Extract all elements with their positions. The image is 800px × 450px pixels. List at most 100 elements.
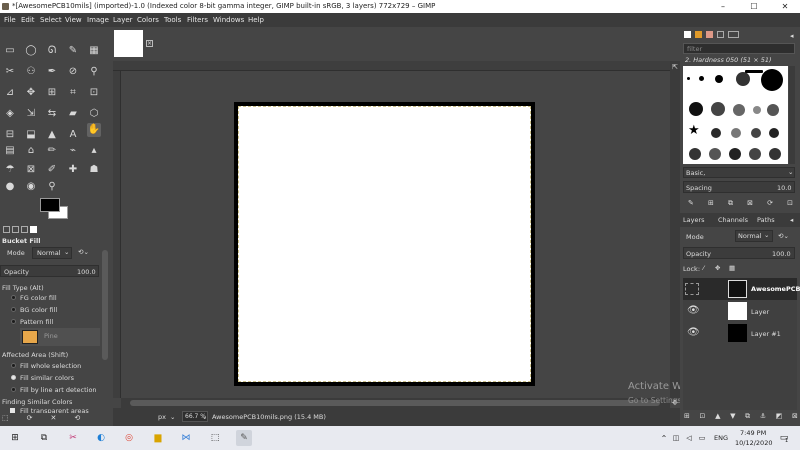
layer-row-layer[interactable]: 👁 Layer bbox=[683, 300, 797, 322]
clock-date[interactable]: 10/12/2020 bbox=[735, 439, 772, 447]
duplicate-brush-icon[interactable]: ⧉ bbox=[728, 199, 733, 208]
fill-transparent-checkbox[interactable] bbox=[10, 408, 15, 413]
chrome-icon[interactable]: ◎ bbox=[121, 430, 137, 446]
brush-grid[interactable]: ★ bbox=[683, 66, 788, 164]
delete-options-icon[interactable]: ✕ bbox=[51, 414, 57, 424]
tab-channels[interactable]: Channels bbox=[718, 216, 748, 224]
tab-brushes-icon[interactable] bbox=[684, 31, 691, 38]
menu-select[interactable]: Select bbox=[40, 13, 62, 27]
ink-icon[interactable]: ⌁ bbox=[66, 144, 80, 158]
dock-menu-icon[interactable]: ◂ bbox=[790, 32, 794, 40]
brush-spacing-slider[interactable]: Spacing 10.0 bbox=[683, 181, 795, 193]
brush-item[interactable]: ★ bbox=[688, 124, 700, 137]
free-select-icon[interactable]: ᘏ bbox=[45, 44, 59, 58]
warp-transform-icon[interactable]: ◈ bbox=[3, 107, 17, 121]
smudge-icon[interactable]: ✐ bbox=[45, 163, 59, 177]
delete-layer-icon[interactable]: ⊠ bbox=[792, 412, 798, 422]
windows-start-icon[interactable]: ⊞ bbox=[7, 430, 23, 446]
ellipse-select-icon[interactable]: ◯ bbox=[24, 44, 38, 58]
similar-colors-radio[interactable] bbox=[11, 375, 16, 380]
vertical-scrollbar[interactable] bbox=[670, 61, 680, 398]
brush-item[interactable] bbox=[709, 148, 721, 160]
menu-edit[interactable]: Edit bbox=[21, 13, 35, 27]
minimize-button[interactable]: – bbox=[712, 0, 734, 13]
brush-item[interactable] bbox=[753, 106, 761, 114]
cage-transform-icon[interactable]: ⬡ bbox=[87, 107, 101, 121]
image-tab-thumbnail[interactable] bbox=[114, 30, 143, 57]
gimp-taskbar-icon[interactable]: ✎ bbox=[236, 430, 252, 446]
brush-item[interactable] bbox=[736, 72, 750, 86]
brush-item[interactable] bbox=[689, 148, 701, 160]
eraser-icon[interactable]: ⌂ bbox=[24, 144, 38, 158]
dodge-burn-icon[interactable]: ☗ bbox=[87, 163, 101, 177]
horizontal-scrollbar-thumb[interactable] bbox=[130, 400, 660, 406]
whole-selection-radio[interactable] bbox=[11, 363, 16, 368]
edit-brush-icon[interactable]: ✎ bbox=[688, 199, 694, 208]
pattern-selector[interactable]: Pine bbox=[20, 328, 100, 346]
brush-item[interactable] bbox=[769, 148, 781, 160]
bucket-fill-icon[interactable]: ⊟ bbox=[3, 128, 17, 142]
tool-options-scrollbar[interactable] bbox=[102, 250, 108, 360]
line-art-radio[interactable] bbox=[11, 387, 16, 392]
zoom-icon[interactable]: ⚲ bbox=[87, 65, 101, 79]
fuzzy-select-icon[interactable]: ✎ bbox=[66, 44, 80, 58]
pencil-icon[interactable]: ▤ bbox=[3, 144, 17, 158]
fg-bg-colors[interactable] bbox=[38, 197, 72, 221]
scissors-icon[interactable]: ✂ bbox=[3, 65, 17, 79]
edge-icon[interactable]: ◐ bbox=[93, 430, 109, 446]
mode-reset-icon[interactable]: ⟲⌄ bbox=[78, 248, 89, 256]
app-icon[interactable]: ⬚ bbox=[207, 430, 223, 446]
new-brush-icon[interactable]: ⊞ bbox=[708, 199, 714, 208]
tab-patterns-icon[interactable] bbox=[695, 31, 702, 38]
mask-layer-icon[interactable]: ◩ bbox=[776, 412, 783, 422]
refresh-brushes-icon[interactable]: ⟳ bbox=[767, 199, 773, 208]
layers-menu-icon[interactable]: ◂ bbox=[790, 216, 793, 224]
color-select-icon[interactable]: ▦ bbox=[87, 44, 101, 58]
clone-icon[interactable]: ☂ bbox=[3, 163, 17, 177]
raise-layer-icon[interactable]: ▲ bbox=[715, 412, 720, 422]
close-image-tab-icon[interactable]: × bbox=[146, 40, 153, 47]
brush-item[interactable] bbox=[687, 77, 690, 80]
menu-colors[interactable]: Colors bbox=[137, 13, 159, 27]
airbrush-icon[interactable]: ✏ bbox=[45, 144, 59, 158]
brush-filter-input[interactable]: filter bbox=[683, 43, 795, 54]
layer-row-layer-1[interactable]: 👁 Layer #1 bbox=[683, 322, 797, 344]
layer-mode-select[interactable]: Normal ⌄ bbox=[735, 230, 773, 242]
vertical-ruler[interactable] bbox=[113, 71, 121, 398]
flip-icon[interactable]: ⇆ bbox=[45, 107, 59, 121]
blur-icon[interactable]: ✚ bbox=[66, 163, 80, 177]
horizontal-ruler[interactable] bbox=[113, 61, 670, 71]
brush-item[interactable] bbox=[733, 104, 745, 116]
tab-layers[interactable]: Layers bbox=[683, 216, 705, 224]
brush-item[interactable] bbox=[711, 102, 725, 116]
perspective-clone-icon[interactable]: ▰ bbox=[66, 107, 80, 121]
layer-list[interactable]: AwesomePCB1 👁 Layer 👁 Layer #1 bbox=[683, 278, 800, 410]
eye-icon[interactable]: 👁 bbox=[687, 327, 700, 338]
handle-transform-icon[interactable]: ⇲ bbox=[24, 107, 38, 121]
notifications-icon[interactable]: ▭ bbox=[776, 430, 792, 446]
smudge-finger-icon[interactable]: ◉ bbox=[24, 180, 38, 194]
tab-undo-icon[interactable] bbox=[21, 226, 28, 233]
burn-icon[interactable]: ⚲ bbox=[45, 180, 59, 194]
maximize-button[interactable]: ☐ bbox=[743, 0, 765, 13]
brush-item[interactable] bbox=[751, 128, 761, 138]
lock-alpha-icon[interactable]: ▦ bbox=[729, 264, 735, 272]
paths-icon[interactable]: ✒ bbox=[45, 65, 59, 79]
menu-tools[interactable]: Tools bbox=[164, 13, 181, 27]
close-button[interactable]: ✕ bbox=[774, 0, 796, 13]
tab-paths[interactable]: Paths bbox=[757, 216, 775, 224]
battery-icon[interactable]: ▭ bbox=[694, 430, 710, 446]
task-view-icon[interactable]: ⧉ bbox=[36, 430, 52, 446]
tab-gradients-icon[interactable] bbox=[728, 31, 739, 38]
pattern-fill-radio[interactable] bbox=[11, 319, 16, 324]
foreground-select-icon[interactable]: ⚇ bbox=[24, 65, 38, 79]
bg-fill-radio[interactable] bbox=[11, 307, 16, 312]
menu-view[interactable]: View bbox=[65, 13, 82, 27]
save-options-icon[interactable]: ⬚ bbox=[2, 414, 9, 424]
crop-icon[interactable]: ⌗ bbox=[66, 86, 80, 100]
menu-help[interactable]: Help bbox=[248, 13, 264, 27]
lower-layer-icon[interactable]: ▼ bbox=[730, 412, 735, 422]
brush-item[interactable] bbox=[731, 128, 741, 138]
file-explorer-icon[interactable]: ▆ bbox=[150, 430, 166, 446]
mypaint-brush-icon[interactable]: ▴ bbox=[87, 144, 101, 158]
